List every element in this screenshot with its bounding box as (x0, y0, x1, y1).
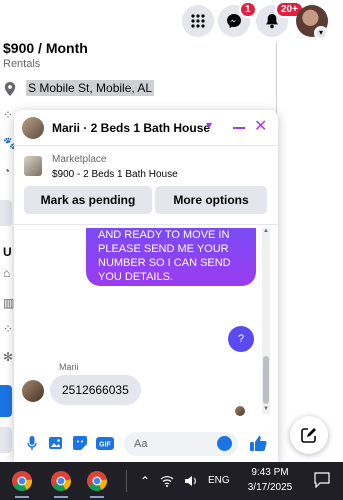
marketplace-card: Marketplace $900 - 2 Beds 1 Bath House M… (14, 146, 278, 228)
dots-icon: ⁘ (3, 322, 14, 336)
clock-icon: ◔ (3, 164, 11, 178)
outgoing-message-text: AND READY TO MOVE IN PLEASE SEND ME YOUR… (98, 229, 231, 283)
message-list: AND READY TO MOVE IN PLEASE SEND ME YOUR… (14, 228, 278, 432)
menu-grid-button[interactable] (182, 5, 214, 37)
emoji-icon[interactable] (217, 436, 232, 451)
taskbar-divider (126, 470, 127, 492)
chrome-icon[interactable] (47, 467, 75, 495)
listing-thumbnail[interactable] (24, 156, 42, 176)
grid-icon (191, 14, 205, 28)
clock-time[interactable]: 9:43 PM (248, 467, 292, 478)
read-receipt-avatar (235, 406, 245, 416)
listing-section-heading: U (3, 245, 12, 259)
snowflake-icon: ✻ (3, 350, 14, 364)
chat-header[interactable]: Marii · 2 Beds 1 Bath House ▾ ✕ (14, 110, 278, 146)
divider (14, 224, 278, 225)
chat-title[interactable]: Marii · 2 Beds 1 Bath House (52, 121, 210, 135)
dots-icon: ⁘ (3, 108, 14, 122)
sender-name: Marii (59, 362, 79, 372)
listing-side-button[interactable] (0, 200, 12, 226)
new-message-button[interactable] (290, 416, 328, 454)
taskbar: ⌃ ENG 9:43 PM 3/17/2025 (0, 462, 343, 500)
screen: 1 20+ ▾ $900 / Month Rentals S Mobile St… (0, 0, 343, 500)
scrollbar-thumb[interactable] (263, 356, 269, 404)
wifi-icon[interactable] (160, 475, 174, 487)
app-active-indicator (15, 496, 29, 498)
gif-icon[interactable]: GIF (96, 435, 114, 451)
notification-center-icon[interactable] (314, 472, 330, 488)
speaker-icon[interactable] (184, 475, 198, 487)
clock-date[interactable]: 3/17/2025 (244, 482, 296, 493)
listing-category: Rentals (3, 58, 41, 70)
listing-price: $900 / Month (3, 40, 88, 56)
chat-window: Marii · 2 Beds 1 Bath House ▾ ✕ Marketpl… (14, 110, 278, 462)
sender-avatar (22, 380, 44, 402)
home-icon: ⌂ (3, 266, 11, 280)
messenger-button[interactable]: 1 (218, 1, 257, 37)
scroll-up-arrow[interactable]: ▲ (263, 228, 269, 234)
notifications-button[interactable]: 20+ (256, 1, 304, 37)
message-input-placeholder: Aa (134, 438, 148, 450)
photo-icon[interactable] (48, 435, 64, 451)
location-pin-icon (4, 82, 16, 96)
microphone-icon[interactable] (24, 435, 40, 451)
listing-primary-button[interactable] (0, 385, 12, 417)
chrome-icon[interactable] (83, 467, 111, 495)
top-navigation-bar: 1 20+ ▾ (0, 0, 343, 42)
listing-address: S Mobile St, Mobile, AL (26, 80, 155, 96)
chevron-up-icon[interactable]: ⌃ (140, 474, 150, 488)
outgoing-message-short: ? (228, 326, 254, 352)
chevron-down-icon[interactable]: ▾ (206, 118, 212, 132)
scroll-down-arrow[interactable]: ▼ (263, 406, 269, 412)
marketplace-item-title[interactable]: $900 - 2 Beds 1 Bath House (52, 169, 178, 180)
app-active-indicator (90, 496, 104, 498)
minimize-icon[interactable] (233, 127, 245, 129)
app-active-indicator (54, 496, 68, 498)
chrome-icon[interactable] (8, 467, 36, 495)
marketplace-label: Marketplace (52, 154, 107, 165)
listing-secondary-button[interactable] (0, 427, 12, 453)
messenger-badge: 1 (239, 1, 257, 18)
chat-avatar[interactable] (22, 117, 44, 139)
thumbs-up-icon[interactable] (249, 434, 267, 452)
close-icon[interactable]: ✕ (254, 119, 267, 135)
svg-text:GIF: GIF (99, 441, 111, 448)
sticker-icon[interactable] (72, 435, 88, 451)
mark-as-pending-button[interactable]: Mark as pending (24, 186, 152, 214)
incoming-message-bubble: 2512666035 (50, 375, 141, 405)
building-icon: ▥ (3, 296, 15, 310)
chevron-down-icon[interactable]: ▾ (314, 26, 328, 40)
language-indicator[interactable]: ENG (208, 475, 230, 486)
more-options-button[interactable]: More options (155, 186, 267, 214)
messenger-icon (227, 14, 241, 28)
message-composer: GIF Aa (14, 426, 278, 462)
compose-icon (301, 428, 316, 443)
